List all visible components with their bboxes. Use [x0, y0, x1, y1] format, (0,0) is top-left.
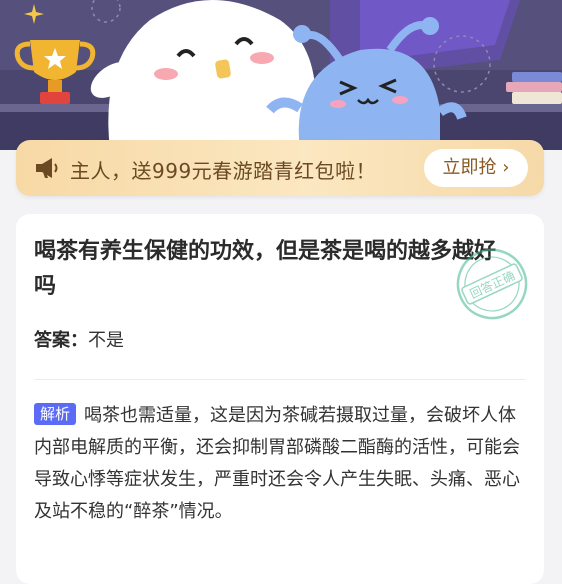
grab-now-button[interactable]: 立即抢 › [424, 149, 528, 187]
promo-banner[interactable]: 主人，送999元春游踏青红包啦！ 立即抢 › [16, 140, 544, 196]
stamp-text: 回答正确 [467, 268, 517, 302]
answer-label: 答案： [34, 330, 88, 351]
answer-value: 不是 [88, 330, 124, 351]
promo-text: 主人，送999元春游踏青红包啦！ [70, 159, 377, 183]
question-title: 喝茶有养生保健的功效，但是茶是喝的越多越好吗 [34, 239, 497, 299]
answer-row: 答案：不是 [34, 326, 124, 352]
analysis-text: 喝茶也需适量，这是因为茶碱若摄取过量，会破坏人体内部电解质的平衡，还会抑制胃部磷… [34, 405, 520, 522]
analysis-block: 解析 喝茶也需适量，这是因为茶碱若摄取过量，会破坏人体内部电解质的平衡，还会抑制胃… [34, 400, 526, 528]
question-card: 喝茶有养生保健的功效，但是茶是喝的越多越好吗 回答正确 答案：不是 解析 喝茶也需… [16, 214, 544, 584]
horn-icon [34, 156, 60, 184]
hero-illustration [0, 0, 562, 150]
stamp-icon: 回答正确 [452, 244, 532, 328]
divider [34, 379, 526, 380]
analysis-tag: 解析 [34, 403, 77, 425]
